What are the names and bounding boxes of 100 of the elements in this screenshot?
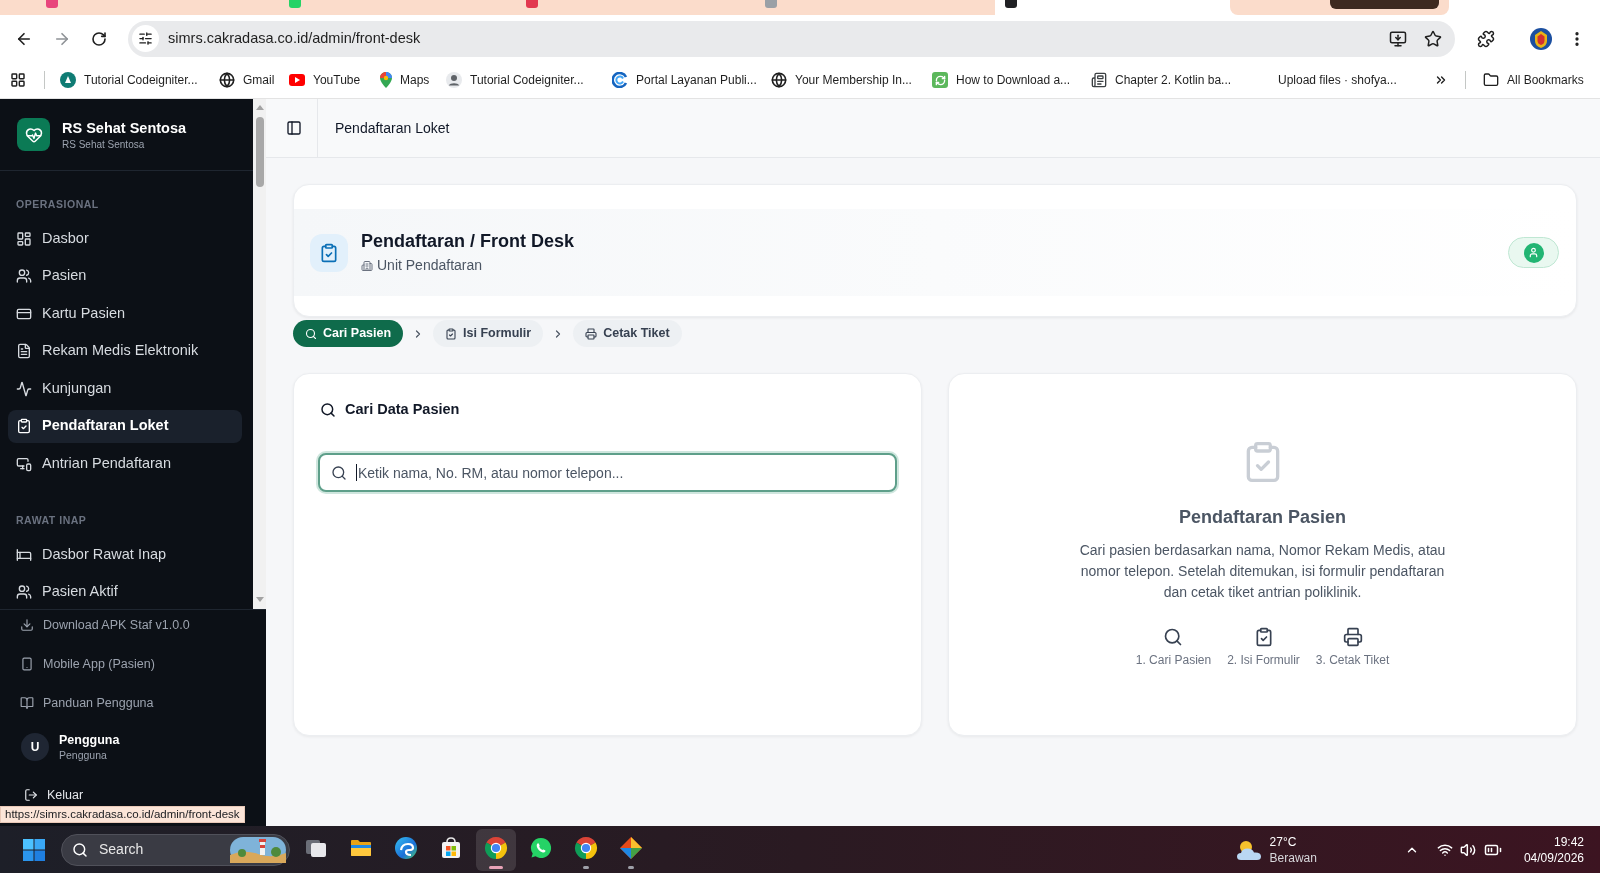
install-icon[interactable] — [1389, 29, 1407, 48]
diamond-logo-icon — [619, 835, 643, 860]
newspaper-icon — [1091, 72, 1107, 88]
unit-label: Unit Pendaftaran — [377, 256, 483, 275]
clock[interactable]: 19:42 04/09/2026 — [1523, 833, 1584, 866]
bookmark-link[interactable]: Gmail — [219, 71, 289, 89]
smartphone-icon — [20, 657, 34, 671]
scrollbar[interactable] — [253, 99, 266, 609]
step-label: 2. Isi Formulir — [1227, 652, 1300, 669]
bookmark-link[interactable]: Tutorial Codeigniter... — [60, 71, 219, 89]
search-field[interactable]: Ketik nama, No. RM, atau nomor telepon... — [318, 453, 897, 492]
nav-item[interactable]: Pasien — [8, 259, 242, 293]
bookmark-link[interactable]: Chapter 2. Kotlin ba... — [1091, 71, 1254, 89]
globe-icon — [219, 72, 235, 88]
bookmark-link[interactable]: Tutorial Codeigniter... — [446, 71, 612, 89]
bed-icon — [16, 546, 32, 563]
page-title: Pendaftaran Loket — [335, 118, 450, 138]
bookmark-link[interactable]: YouTube — [289, 71, 380, 89]
document-icon — [16, 343, 32, 359]
user-chip[interactable] — [1508, 237, 1559, 268]
dashboard-icon — [16, 230, 32, 247]
circle-logo-icon — [60, 72, 76, 88]
sidebar-link[interactable]: Panduan Pengguna — [0, 688, 266, 718]
all-bookmarks-button[interactable]: All Bookmarks — [1483, 71, 1584, 89]
heart-pulse-icon — [17, 118, 50, 151]
section-label: RAWAT INAP — [15, 513, 88, 528]
apps-grid-icon[interactable] — [10, 72, 26, 88]
nav-item[interactable]: Rekam Medis Elektronik — [8, 334, 242, 368]
status-url: https://simrs.cakradasa.co.id/admin/front-desk — [0, 806, 245, 823]
book-icon — [20, 696, 34, 710]
favicon-icon — [765, 0, 777, 8]
logout-button[interactable]: Keluar — [0, 783, 266, 807]
download-icon — [20, 618, 34, 632]
empty-state-title: Pendaftaran Pasien — [1178, 506, 1347, 529]
devices-icon — [16, 455, 32, 472]
person-icon — [446, 72, 462, 88]
taskbar-app[interactable] — [476, 828, 516, 871]
favicon-icon — [46, 0, 58, 8]
bookmark-link[interactable]: Upload files · shofya... — [1254, 71, 1430, 89]
step-tab[interactable]: Cetak Tiket — [573, 320, 682, 347]
users-icon — [16, 268, 32, 284]
sidebar-link[interactable]: Download APK Staf v1.0.0 — [0, 610, 266, 640]
search-highlight-illustration — [230, 836, 286, 863]
nav-item[interactable]: Dasbor — [8, 222, 242, 255]
volume-icon[interactable] — [1459, 841, 1476, 858]
swirl-logo-icon — [612, 72, 628, 88]
url-text: simrs.cakradasa.co.id/admin/front-desk — [168, 28, 421, 48]
star-icon[interactable] — [1424, 29, 1442, 48]
scrollbar-thumb[interactable] — [255, 117, 264, 187]
folder-icon — [1483, 72, 1499, 88]
bookmark-link[interactable]: How to Download a... — [932, 71, 1091, 89]
user-name: Pengguna — [59, 732, 120, 748]
search-icon — [320, 402, 336, 418]
nav-item[interactable]: Dasbor Rawat Inap — [8, 538, 242, 571]
wave-logo-icon — [394, 835, 418, 860]
nav-item[interactable]: Pasien Aktif — [8, 575, 242, 609]
nav-item[interactable]: Antrian Pendaftaran — [8, 447, 242, 480]
extensions-icon[interactable] — [1477, 29, 1495, 48]
users-icon — [16, 584, 32, 600]
text-cursor — [356, 464, 357, 481]
sidebar-link[interactable]: Mobile App (Pasien) — [0, 649, 266, 679]
bookmark-link[interactable]: Your Membership In... — [771, 71, 932, 89]
search-icon — [305, 327, 317, 340]
temperature: 27°C — [1269, 833, 1298, 850]
browser-tab[interactable] — [1230, 0, 1449, 15]
search-icon — [1163, 627, 1184, 647]
step-label: 1. Cari Pasien — [1135, 652, 1212, 669]
chevrons-right-icon[interactable] — [1434, 73, 1448, 87]
favicon-icon — [289, 0, 301, 8]
brand-subtitle: RS Sehat Sentosa — [62, 137, 146, 151]
start-button[interactable] — [22, 837, 46, 862]
chat-logo-icon — [529, 835, 553, 860]
play-logo-icon — [289, 74, 305, 86]
reload-icon — [91, 30, 107, 47]
browser-logo-icon — [484, 835, 508, 860]
nav-item[interactable]: Pendaftaran Loket — [8, 409, 242, 443]
taskbar-search-field[interactable]: Search — [61, 833, 290, 866]
building-icon — [361, 259, 373, 272]
bookmark-link[interactable]: Portal Layanan Publi... — [612, 71, 771, 89]
weather-condition: Berawan — [1269, 849, 1317, 866]
empty-state-description: Cari pasien berdasarkan nama, Nomor Rekam Medis, atau nomor telepon. Setelah ditemukan, isi formulir pendaftaran dan cetak tiket antrian poliklinik. — [1078, 541, 1447, 602]
store-bag-icon — [439, 835, 463, 860]
step-tab[interactable]: Cari Pasien — [293, 320, 404, 347]
nav-item[interactable]: Kunjungan — [8, 372, 242, 405]
step-tab[interactable]: Isi Formulir — [433, 320, 544, 347]
clock-date: 04/09/2026 — [1523, 849, 1584, 866]
browser-logo-icon — [574, 835, 598, 860]
running-indicator — [628, 865, 634, 869]
map-pin-icon — [380, 72, 392, 88]
clipboard-check-icon — [16, 418, 32, 434]
emblem-icon[interactable] — [1530, 27, 1552, 50]
bookmark-link[interactable]: Maps — [380, 71, 446, 89]
windows-logo-icon — [23, 838, 45, 861]
sliders-icon[interactable] — [132, 25, 159, 52]
printer-icon — [585, 327, 598, 340]
address-bar[interactable]: simrs.cakradasa.co.id/admin/front-desk — [128, 20, 1455, 57]
pulse-icon — [16, 380, 32, 397]
nav-item[interactable]: Kartu Pasien — [8, 297, 242, 330]
brand-name: RS Sehat Sentosa — [62, 118, 187, 138]
printer-icon — [1342, 627, 1363, 647]
